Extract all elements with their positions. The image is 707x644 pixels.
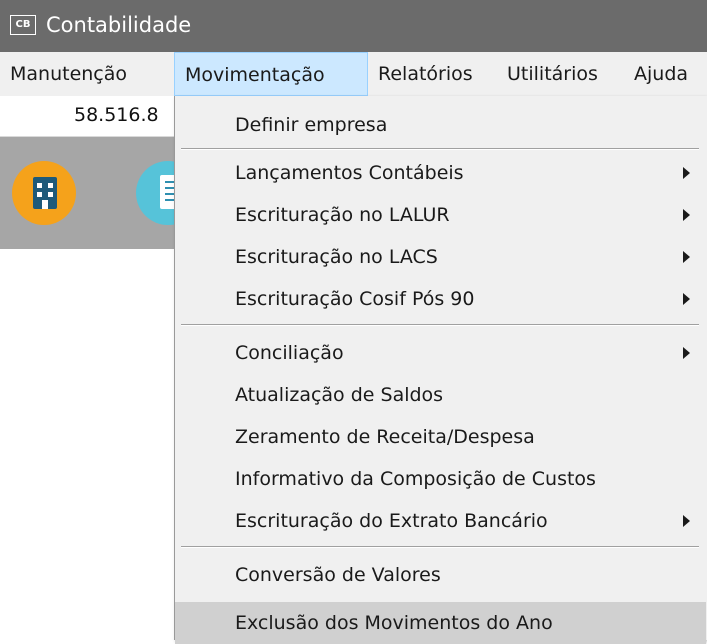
menu-item-label: Zeramento de Receita/Despesa — [235, 426, 535, 448]
menu-item-atualizacao-saldos[interactable]: Atualização de Saldos — [175, 374, 706, 416]
submenu-arrow-icon — [683, 167, 690, 179]
menu-item-definir-empresa[interactable]: Definir empresa — [175, 104, 706, 146]
submenu-arrow-icon — [683, 347, 690, 359]
building-icon[interactable] — [12, 161, 76, 225]
menu-bar: Manutenção Movimentação Relatórios Utili… — [0, 52, 707, 96]
building-window — [37, 192, 42, 197]
submenu-arrow-icon — [683, 293, 690, 305]
building-window — [37, 183, 42, 188]
menu-relatorios[interactable]: Relatórios — [368, 52, 483, 96]
shortcut-panel — [0, 137, 200, 249]
menu-item-label: Conciliação — [235, 342, 344, 364]
menu-item-label: Informativo da Composição de Custos — [235, 468, 596, 490]
menu-item-conversao-valores[interactable]: Conversão de Valores — [175, 554, 706, 596]
app-logo-icon: CB — [10, 15, 36, 35]
menu-item-conciliacao[interactable]: Conciliação — [175, 332, 706, 374]
menu-item-label: Exclusão dos Movimentos do Ano — [235, 612, 553, 634]
menu-separator — [181, 546, 699, 548]
building-window — [48, 183, 53, 188]
movimentacao-dropdown: Definir empresa Lançamentos Contábeis Es… — [174, 96, 707, 644]
building-door — [42, 200, 48, 209]
menu-item-label: Atualização de Saldos — [235, 384, 444, 406]
menu-utilitarios[interactable]: Utilitários — [497, 52, 608, 96]
menu-item-escrituracao-lacs[interactable]: Escrituração no LACS — [175, 236, 706, 278]
menu-item-label: Lançamentos Contábeis — [235, 162, 464, 184]
menu-item-zeramento[interactable]: Zeramento de Receita/Despesa — [175, 416, 706, 458]
submenu-arrow-icon — [683, 209, 690, 221]
menu-separator — [181, 324, 699, 326]
menu-item-informativo-custos[interactable]: Informativo da Composição de Custos — [175, 458, 706, 500]
menu-ajuda[interactable]: Ajuda — [624, 52, 698, 96]
title-bar: CB Contabilidade — [0, 0, 707, 52]
menu-item-label: Conversão de Valores — [235, 564, 441, 586]
menu-item-extrato-bancario[interactable]: Escrituração do Extrato Bancário — [175, 500, 706, 542]
menu-item-label: Definir empresa — [235, 114, 388, 136]
menu-item-label: Escrituração no LACS — [235, 246, 438, 268]
menu-item-label: Escrituração no LALUR — [235, 204, 450, 226]
menu-item-lancamentos-contabeis[interactable]: Lançamentos Contábeis — [175, 152, 706, 194]
submenu-arrow-icon — [683, 251, 690, 263]
menu-item-escrituracao-cosif[interactable]: Escrituração Cosif Pós 90 — [175, 278, 706, 320]
building-shape — [33, 177, 57, 209]
menu-movimentacao[interactable]: Movimentação — [174, 52, 368, 96]
menu-separator — [181, 148, 699, 150]
company-number: 58.516.8 — [74, 104, 159, 126]
menu-item-label: Escrituração Cosif Pós 90 — [235, 288, 475, 310]
menu-item-exclusao-movimentos[interactable]: Exclusão dos Movimentos do Ano — [175, 602, 706, 644]
submenu-arrow-icon — [683, 515, 690, 527]
menu-item-escrituracao-lalur[interactable]: Escrituração no LALUR — [175, 194, 706, 236]
menu-item-label: Escrituração do Extrato Bancário — [235, 510, 548, 532]
window-title: Contabilidade — [46, 13, 192, 37]
building-window — [48, 192, 53, 197]
menu-manutencao[interactable]: Manutenção — [0, 52, 137, 96]
